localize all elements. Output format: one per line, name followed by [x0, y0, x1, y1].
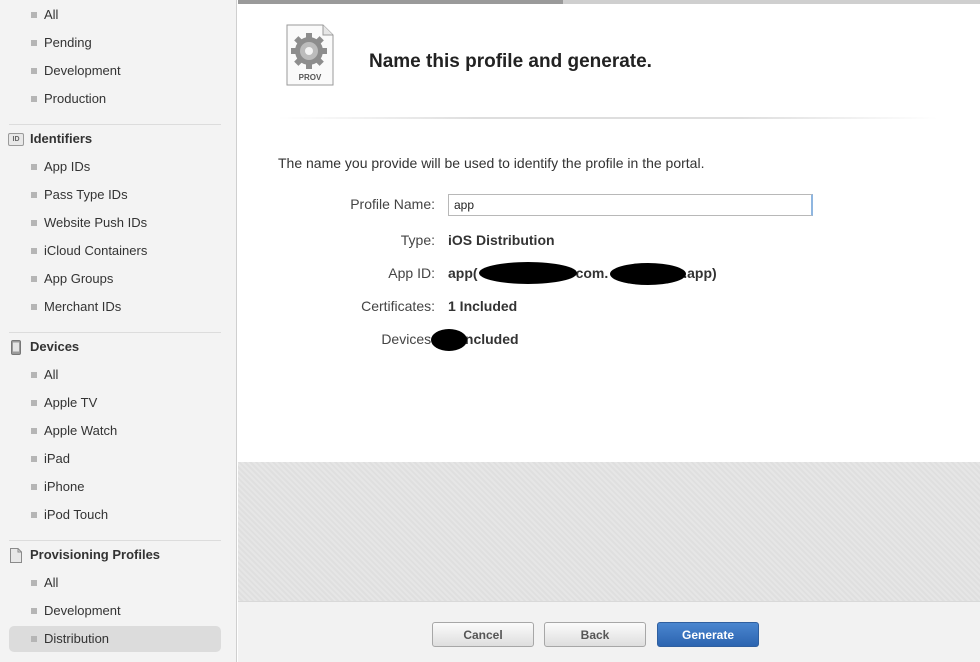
bullet-icon: [31, 608, 37, 614]
bullet-icon: [31, 248, 37, 254]
sidebar-divider: [9, 332, 221, 333]
sidebar: All Pending Development Production ID Id…: [0, 0, 237, 662]
sidebar-item-certificates-all[interactable]: All: [31, 4, 58, 26]
bullet-icon: [31, 428, 37, 434]
bullet-icon: [31, 304, 37, 310]
app-id-suffix: .app): [683, 265, 717, 281]
sidebar-item-merchant-ids[interactable]: Merchant IDs: [31, 296, 121, 318]
sidebar-item-label: iCloud Containers: [44, 243, 148, 258]
sidebar-item-label: iPod Touch: [44, 507, 109, 522]
app-id-label: App ID:: [388, 265, 435, 281]
type-label: Type:: [400, 232, 435, 248]
provisioning-profile-icon: PROV: [286, 24, 334, 86]
sidebar-header-provisioning-profiles: Provisioning Profiles: [8, 544, 160, 566]
generate-button[interactable]: Generate: [657, 622, 759, 647]
sidebar-header-label: Identifiers: [30, 131, 93, 146]
bullet-icon: [31, 372, 37, 378]
bullet-icon: [31, 512, 37, 518]
description-text: The name you provide will be used to ide…: [278, 155, 705, 171]
sidebar-item-label: App IDs: [44, 159, 91, 174]
bullet-icon: [31, 192, 37, 198]
sidebar-item-pass-type-ids[interactable]: Pass Type IDs: [31, 184, 128, 206]
sidebar-item-devices-all[interactable]: All: [31, 364, 58, 386]
bullet-icon: [31, 276, 37, 282]
phone-icon: [8, 339, 24, 355]
devices-value: Included: [461, 331, 519, 347]
sidebar-item-profiles-distribution[interactable]: Distribution: [9, 626, 221, 652]
sidebar-item-label: Website Push IDs: [44, 215, 148, 230]
redaction-mark: [431, 329, 467, 351]
page-title: Name this profile and generate.: [369, 51, 652, 72]
sidebar-item-label: Apple Watch: [44, 423, 118, 438]
sidebar-item-apple-watch[interactable]: Apple Watch: [31, 420, 117, 442]
background-band: [238, 462, 980, 601]
bullet-icon: [31, 400, 37, 406]
sidebar-header-label: Devices: [30, 339, 80, 354]
bullet-icon: [31, 12, 37, 18]
sidebar-item-label: Development: [44, 603, 121, 618]
back-button[interactable]: Back: [544, 622, 646, 647]
sidebar-item-label: Development: [44, 63, 121, 78]
sidebar-item-label: iPhone: [44, 479, 85, 494]
bullet-icon: [31, 220, 37, 226]
type-value: iOS Distribution: [448, 232, 555, 248]
header-divider: [278, 117, 938, 119]
sidebar-item-label: All: [44, 367, 59, 382]
sidebar-item-profiles-development[interactable]: Development: [31, 600, 121, 622]
prov-icon-label: PROV: [299, 73, 322, 82]
profile-name-label: Profile Name:: [350, 196, 435, 212]
sidebar-item-app-groups[interactable]: App Groups: [31, 268, 113, 290]
sidebar-item-iphone[interactable]: iPhone: [31, 476, 84, 498]
bullet-icon: [31, 484, 37, 490]
sidebar-header-devices: Devices: [8, 336, 79, 358]
sidebar-item-ipod-touch[interactable]: iPod Touch: [31, 504, 108, 526]
main-panel: PROV Name this profile and generate. The…: [238, 0, 980, 662]
sidebar-item-label: Pending: [44, 35, 92, 50]
id-badge-icon: ID: [8, 131, 24, 147]
sidebar-item-label: Apple TV: [44, 395, 98, 410]
redaction-mark: [610, 263, 686, 285]
content-area: PROV Name this profile and generate. The…: [238, 4, 980, 462]
sidebar-item-label: Production: [44, 91, 107, 106]
sidebar-header-identifiers: ID Identifiers: [8, 128, 92, 150]
certificates-label: Certificates:: [361, 298, 435, 314]
sidebar-header-label: Provisioning Profiles: [30, 547, 161, 562]
sidebar-item-app-ids[interactable]: App IDs: [31, 156, 90, 178]
certificates-value: 1 Included: [448, 298, 518, 314]
sidebar-item-certificates-pending[interactable]: Pending: [31, 32, 92, 54]
bullet-icon: [31, 40, 37, 46]
sidebar-item-ipad[interactable]: iPad: [31, 448, 70, 470]
redaction-mark: [479, 262, 577, 284]
sidebar-item-apple-tv[interactable]: Apple TV: [31, 392, 97, 414]
profile-name-input[interactable]: [448, 194, 813, 216]
sidebar-item-label: iPad: [44, 451, 71, 466]
sidebar-divider: [9, 540, 221, 541]
sidebar-item-website-push-ids[interactable]: Website Push IDs: [31, 212, 147, 234]
sidebar-item-label: All: [44, 575, 59, 590]
bullet-icon: [31, 636, 37, 642]
sidebar-item-certificates-production[interactable]: Production: [31, 88, 106, 110]
sidebar-item-label: Merchant IDs: [44, 299, 122, 314]
sidebar-item-certificates-development[interactable]: Development: [31, 60, 121, 82]
footer-bar: Cancel Back Generate: [238, 601, 980, 662]
devices-label: Devices:: [381, 331, 435, 347]
document-icon: [8, 547, 24, 563]
bullet-icon: [31, 580, 37, 586]
bullet-icon: [31, 456, 37, 462]
app-id-prefix: app(: [448, 265, 478, 281]
sidebar-item-icloud-containers[interactable]: iCloud Containers: [31, 240, 147, 262]
bullet-icon: [31, 68, 37, 74]
sidebar-item-label: Pass Type IDs: [44, 187, 128, 202]
sidebar-item-label: All: [44, 7, 59, 22]
app-id-mid: com.: [575, 265, 609, 281]
sidebar-divider: [9, 124, 221, 125]
sidebar-item-profiles-all[interactable]: All: [31, 572, 58, 594]
sidebar-item-label: Distribution: [44, 631, 110, 646]
sidebar-item-label: App Groups: [44, 271, 114, 286]
bullet-icon: [31, 164, 37, 170]
cancel-button[interactable]: Cancel: [432, 622, 534, 647]
bullet-icon: [31, 96, 37, 102]
